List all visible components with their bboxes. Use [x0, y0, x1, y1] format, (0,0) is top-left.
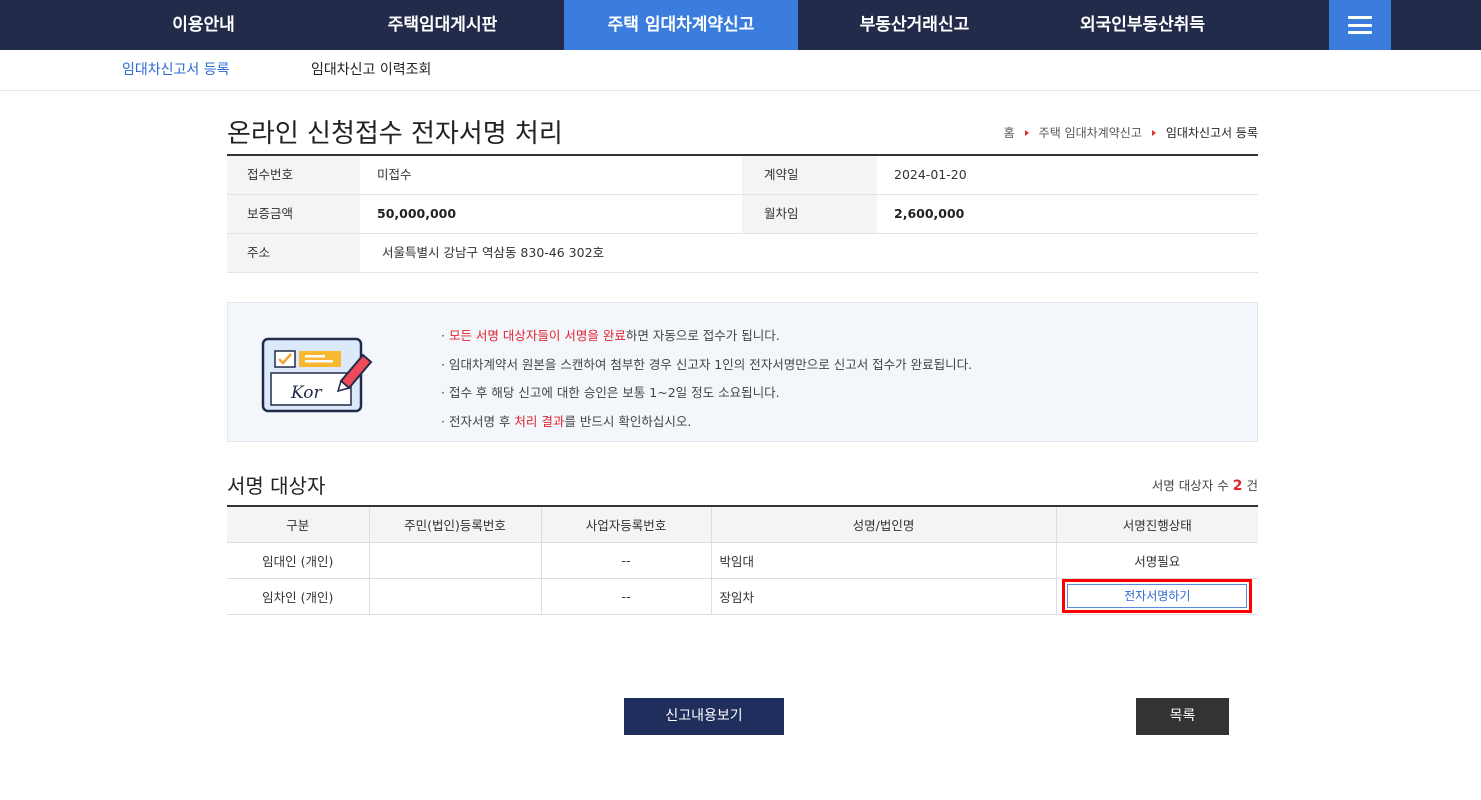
breadcrumb-lease-report[interactable]: 주택 임대차계약신고 — [1039, 124, 1142, 141]
hamburger-menu-button[interactable] — [1329, 0, 1391, 50]
receipt-no-label: 접수번호 — [227, 156, 360, 194]
col-business-no-header: 사업자등록번호 — [540, 506, 711, 543]
notice-item: · 접수 후 해당 신고에 대한 승인은 보통 1~2일 정도 소요됩니다. — [441, 385, 780, 400]
signers-count: 서명 대상자 수2건 — [1151, 478, 1258, 494]
signer-status-cell: 전자서명하기 — [1055, 578, 1258, 615]
hamburger-icon — [1348, 16, 1372, 34]
signer-type: 임대인 (개인) — [227, 542, 369, 579]
address-label: 주소 — [227, 234, 360, 272]
sub-navigation: 임대차신고서 등록 임대차신고 이력조회 — [0, 50, 1481, 91]
signer-type: 임차인 (개인) — [227, 578, 369, 615]
subnav-lease-history[interactable]: 임대차신고 이력조회 — [311, 50, 431, 91]
notice-item: · 전자서명 후 처리 결과를 반드시 확인하십시오. — [441, 413, 692, 429]
subnav-lease-register[interactable]: 임대차신고서 등록 — [122, 50, 230, 91]
signer-business-no: -- — [540, 542, 711, 579]
table-row: 임차인 (개인) -- 장임차 전자서명하기 — [227, 578, 1258, 615]
signer-business-no: -- — [540, 578, 711, 615]
breadcrumb-current: 임대차신고서 등록 — [1165, 126, 1258, 140]
breadcrumb-arrow-icon — [1024, 129, 1029, 136]
receipt-no-value: 미접수 — [377, 167, 412, 182]
table-header-row: 구분 주민(법인)등록번호 사업자등록번호 성명/법인명 서명진행상태 — [227, 506, 1258, 543]
nav-item-rental-board[interactable]: 주택임대게시판 — [355, 0, 530, 50]
nav-item-lease-report[interactable]: 주택 임대차계약신고 — [564, 0, 798, 50]
page-title: 온라인 신청접수 전자서명 처리 — [227, 119, 563, 149]
signer-resident-no — [368, 578, 541, 615]
contract-info-table: 접수번호 미접수 계약일 2024-01-20 보증금액 50,000,000 … — [227, 154, 1258, 273]
esign-document-icon: Kor — [261, 337, 373, 413]
view-report-button[interactable]: 신고내용보기 — [624, 698, 784, 735]
notice-list: · 모든 서명 대상자들이 서명을 완료하면 자동으로 접수가 됩니다. · 임… — [441, 322, 972, 436]
monthly-rent-label: 월차임 — [742, 195, 877, 233]
contract-date-value: 2024-01-20 — [894, 167, 967, 182]
signers-title: 서명 대상자 — [227, 474, 326, 498]
notice-item: · 임대차계약서 원본을 스캔하여 첨부한 경우 신고자 1인의 전자서명만으로… — [441, 356, 973, 372]
col-status-header: 서명진행상태 — [1055, 506, 1258, 543]
contract-date-label: 계약일 — [742, 156, 877, 194]
top-navigation: 이용안내 주택임대게시판 주택 임대차계약신고 부동산거래신고 외국인부동산취득 — [0, 0, 1481, 50]
nav-item-guide[interactable]: 이용안내 — [141, 0, 266, 50]
info-row: 주소 서울특별시 강남구 역삼동 830-46 302호 — [227, 234, 1258, 273]
signer-status: 서명필요 — [1055, 542, 1258, 579]
signer-resident-no — [368, 542, 541, 579]
breadcrumb: 홈 주택 임대차계약신고 임대차신고서 등록 — [1004, 124, 1258, 141]
signer-name: 장임차 — [710, 578, 1056, 615]
info-row: 보증금액 50,000,000 월차임 2,600,000 — [227, 195, 1258, 234]
deposit-label: 보증금액 — [227, 195, 360, 233]
list-button[interactable]: 목록 — [1136, 698, 1229, 735]
svg-text:Kor: Kor — [290, 383, 322, 403]
col-resident-no-header: 주민(법인)등록번호 — [368, 506, 541, 543]
info-row: 접수번호 미접수 계약일 2024-01-20 — [227, 156, 1258, 195]
signers-table: 구분 주민(법인)등록번호 사업자등록번호 성명/법인명 서명진행상태 임대인 … — [227, 505, 1258, 615]
signer-name: 박임대 — [710, 542, 1056, 579]
col-type-header: 구분 — [227, 506, 369, 543]
col-name-header: 성명/법인명 — [710, 506, 1056, 543]
breadcrumb-arrow-icon — [1151, 129, 1156, 136]
address-value: 서울특별시 강남구 역삼동 830-46 302호 — [382, 245, 605, 260]
nav-item-foreigner-acquisition[interactable]: 외국인부동산취득 — [1050, 0, 1235, 50]
nav-item-real-estate-report[interactable]: 부동산거래신고 — [832, 0, 997, 50]
deposit-value: 50,000,000 — [377, 206, 457, 221]
esign-button[interactable]: 전자서명하기 — [1062, 579, 1253, 613]
notice-item: · 모든 서명 대상자들이 서명을 완료하면 자동으로 접수가 됩니다. — [441, 328, 780, 343]
breadcrumb-home[interactable]: 홈 — [1004, 124, 1015, 141]
notice-box: Kor · 모든 서명 대상자들이 서명을 완료하면 자동으로 접수가 됩니다.… — [227, 302, 1258, 442]
table-row: 임대인 (개인) -- 박임대 서명필요 — [227, 542, 1258, 579]
monthly-rent-value: 2,600,000 — [894, 206, 965, 221]
